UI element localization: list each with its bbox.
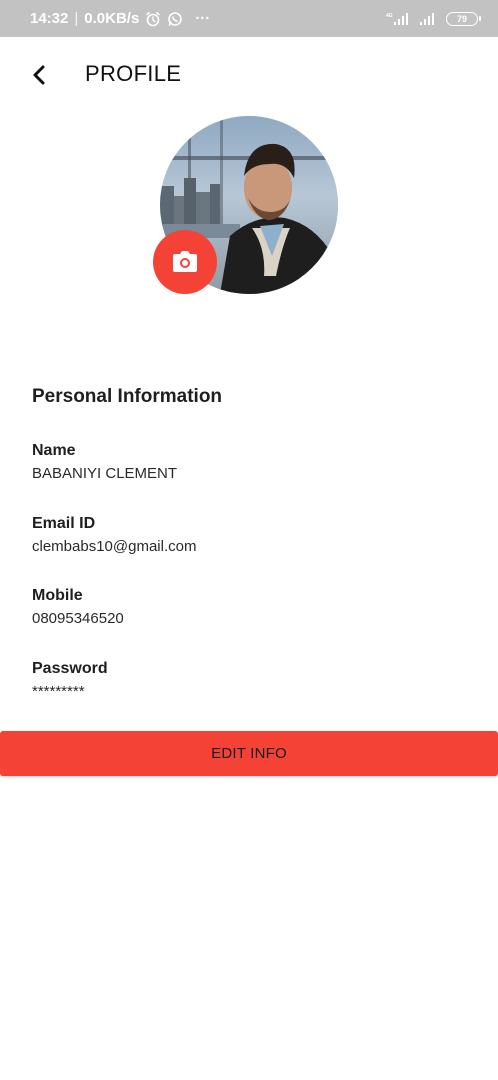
field-email: Email ID clembabs10@gmail.com xyxy=(32,515,196,555)
field-password: Password ********* xyxy=(32,660,108,700)
status-time: 14:32 xyxy=(30,10,69,27)
status-bar: 14:32 | 0.0KB/s ··· 4G 79 xyxy=(0,0,498,37)
app-header: PROFILE xyxy=(0,37,498,113)
back-button[interactable] xyxy=(24,59,56,91)
field-mobile: Mobile 08095346520 xyxy=(32,587,124,627)
name-value: BABANIYI CLEMENT xyxy=(32,465,178,482)
status-right: 4G 79 xyxy=(386,11,481,26)
avatar-container xyxy=(153,116,338,294)
edit-info-button[interactable]: EDIT INFO xyxy=(0,731,498,776)
back-arrow-icon xyxy=(33,65,45,85)
email-value: clembabs10@gmail.com xyxy=(32,538,197,555)
svg-text:4G: 4G xyxy=(386,13,393,19)
signal-icon: 4G xyxy=(386,12,410,26)
battery-level: 79 xyxy=(456,13,467,24)
mobile-label: Mobile xyxy=(32,587,83,604)
status-left: 14:32 | 0.0KB/s ··· xyxy=(30,10,210,27)
name-label: Name xyxy=(32,442,76,459)
field-name: Name BABANIYI CLEMENT xyxy=(32,442,177,482)
section-title: Personal Information xyxy=(32,386,223,407)
password-label: Password xyxy=(32,660,108,677)
signal-icon-2 xyxy=(418,12,438,26)
camera-button[interactable] xyxy=(153,230,217,294)
page-title: PROFILE xyxy=(85,61,182,86)
mobile-value: 08095346520 xyxy=(32,610,124,627)
alarm-icon xyxy=(145,11,161,27)
battery-icon: 79 xyxy=(446,11,481,26)
camera-icon xyxy=(173,251,197,272)
password-value: ********* xyxy=(32,683,85,700)
whatsapp-icon xyxy=(167,11,183,27)
more-notifications: ··· xyxy=(195,10,211,27)
status-speed: 0.0KB/s xyxy=(84,10,140,27)
status-separator: | xyxy=(74,10,79,27)
email-label: Email ID xyxy=(32,515,96,532)
